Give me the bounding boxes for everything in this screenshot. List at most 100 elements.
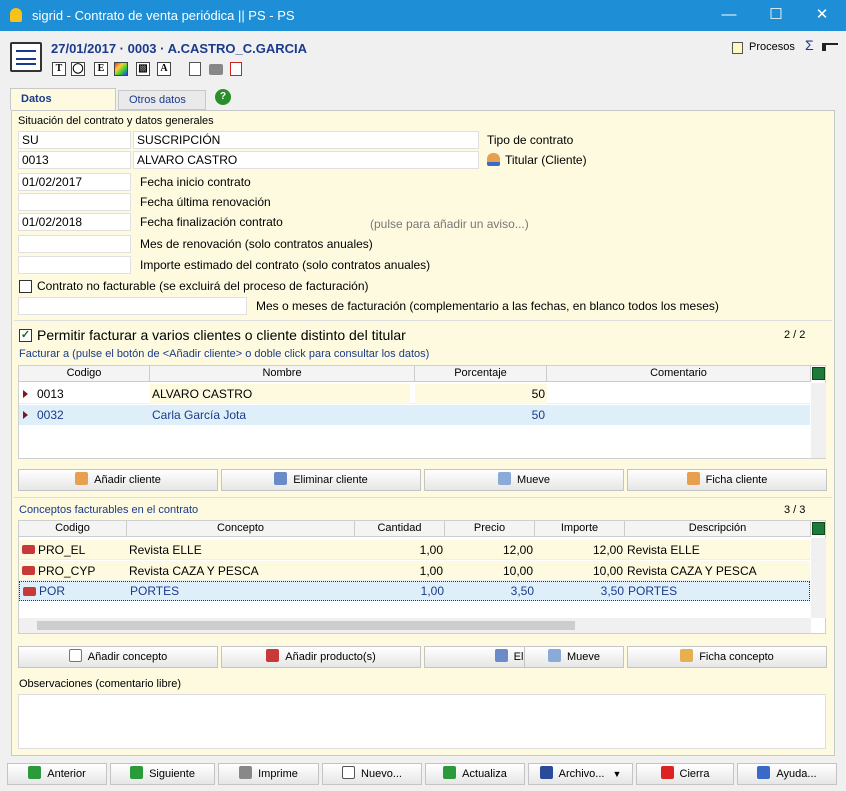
close-label: Cierra — [679, 768, 710, 780]
cell-codigo: 0013 — [37, 387, 64, 401]
tipo-label: Tipo de contrato — [487, 133, 574, 147]
fecha-renovacion-field[interactable] — [18, 193, 131, 211]
archive-button[interactable]: Archivo... ▼ — [528, 763, 633, 785]
print-icon[interactable] — [209, 64, 223, 75]
add-product-button[interactable]: Añadir producto(s) — [221, 646, 421, 668]
titular-label[interactable]: Titular (Cliente) — [505, 153, 587, 167]
next-button[interactable]: Siguiente — [110, 763, 215, 785]
move-client-button[interactable]: Mueve — [424, 469, 624, 491]
dropdown-arrow-icon: ▼ — [612, 769, 622, 779]
vertical-scrollbar[interactable] — [811, 383, 826, 458]
refresh-label: Actualiza — [462, 768, 507, 780]
aviso-link[interactable]: (pulse para añadir un aviso...) — [370, 217, 529, 231]
window-title: sigrid - Contrato de venta periódica || … — [32, 8, 295, 23]
col-comentario[interactable]: Comentario — [547, 366, 811, 382]
col-nombre[interactable]: Nombre — [150, 366, 415, 382]
table-row[interactable]: PRO_CYP Revista CAZA Y PESCA 1,00 10,00 … — [19, 561, 810, 581]
product-icon — [266, 649, 280, 662]
close-button[interactable]: ✕ — [799, 0, 845, 31]
color-icon[interactable] — [114, 62, 128, 76]
tab-otros-datos[interactable]: Otros datos — [118, 90, 206, 110]
titular-code-field[interactable]: 0013 — [18, 151, 131, 169]
importe-field[interactable] — [18, 256, 131, 274]
procesos-link[interactable]: Procesos — [749, 41, 795, 53]
move-icon — [497, 472, 511, 485]
edit-icon[interactable]: E — [94, 62, 108, 76]
fecha-renovacion-label: Fecha última renovación — [140, 195, 271, 209]
move-concept-button[interactable]: Mueve — [524, 646, 624, 668]
pdf-icon[interactable] — [230, 62, 242, 76]
add-client-button[interactable]: Añadir cliente — [18, 469, 218, 491]
meses-facturacion-field[interactable] — [18, 297, 247, 315]
product-icon — [22, 566, 35, 575]
text-format-icon[interactable]: T — [52, 62, 66, 76]
print-label: Imprime — [258, 768, 298, 780]
refresh-icon — [443, 766, 457, 779]
help-label: Ayuda... — [776, 768, 817, 780]
fecha-inicio-field[interactable]: 01/02/2017 — [18, 173, 131, 191]
col-cantidad[interactable]: Cantidad — [355, 521, 445, 537]
cell-descripcion: PORTES — [628, 584, 678, 598]
add-concept-button[interactable]: Añadir concepto — [18, 646, 218, 668]
close-icon — [660, 766, 674, 779]
concept-card-button[interactable]: Ficha concepto — [627, 646, 827, 668]
mes-renovacion-field[interactable] — [18, 235, 131, 253]
table-row[interactable]: 0032 Carla García Jota 50 — [19, 405, 810, 425]
horizontal-scrollbar[interactable] — [19, 618, 811, 633]
add-person-icon — [75, 472, 89, 485]
excel-icon[interactable] — [812, 367, 825, 380]
vertical-scrollbar[interactable] — [811, 538, 826, 618]
conceptos-title: Conceptos facturables en el contrato — [19, 504, 199, 516]
col-concepto[interactable]: Concepto — [127, 521, 355, 537]
help-button[interactable]: Ayuda... — [737, 763, 837, 785]
print-button[interactable]: Imprime — [218, 763, 319, 785]
previous-label: Anterior — [47, 768, 86, 780]
sigma-icon[interactable]: Σ — [805, 37, 814, 53]
concept-card-label: Ficha concepto — [699, 651, 774, 663]
previous-button[interactable]: Anterior — [7, 763, 107, 785]
permitir-checkbox[interactable]: ✓ — [19, 329, 32, 342]
client-card-label: Ficha cliente — [705, 474, 768, 486]
table-row[interactable]: 0013 ALVARO CASTRO 50 — [19, 384, 810, 404]
fecha-fin-label: Fecha finalización contrato — [140, 215, 283, 229]
tipo-code-field[interactable]: SU — [18, 131, 131, 149]
col-importe[interactable]: Importe — [535, 521, 625, 537]
maximize-button[interactable]: ☐ — [753, 0, 799, 31]
tipo-name-field[interactable]: SUSCRIPCIÓN — [133, 131, 479, 149]
cell-importe: 12,00 — [592, 543, 623, 557]
mes-renovacion-label: Mes de renovación (solo contratos anuale… — [140, 237, 373, 251]
col-codigo[interactable]: Codigo — [19, 521, 127, 537]
col-porcentaje[interactable]: Porcentaje — [415, 366, 547, 382]
col-codigo[interactable]: Codigo — [19, 366, 150, 382]
minimize-button[interactable]: — — [706, 0, 752, 31]
delete-client-button[interactable]: Eliminar cliente — [221, 469, 421, 491]
table-row[interactable]: POR PORTES 1,00 3,50 3,50 PORTES — [19, 581, 810, 601]
procesos-icon[interactable] — [732, 42, 743, 54]
refresh-button[interactable]: Actualiza — [425, 763, 525, 785]
close-form-button[interactable]: Cierra — [636, 763, 734, 785]
fecha-fin-field[interactable]: 01/02/2018 — [18, 213, 131, 231]
table-row[interactable]: PRO_EL Revista ELLE 1,00 12,00 12,00 Rev… — [19, 540, 810, 560]
excel-icon[interactable] — [812, 522, 825, 535]
pattern-icon[interactable]: ▧ — [136, 62, 150, 76]
add-client-label: Añadir cliente — [94, 474, 161, 486]
new-button[interactable]: Nuevo... — [322, 763, 422, 785]
scrollbar-thumb[interactable] — [37, 621, 575, 630]
observaciones-textarea[interactable] — [18, 694, 826, 749]
person-icon[interactable] — [487, 153, 500, 166]
tab-datos-generales[interactable]: Datos generales — [10, 88, 116, 125]
pin-icon[interactable] — [822, 43, 838, 51]
cell-precio: 3,50 — [510, 584, 534, 598]
next-label: Siguiente — [149, 768, 195, 780]
col-precio[interactable]: Precio — [445, 521, 535, 537]
cell-precio: 10,00 — [502, 564, 533, 578]
titular-name-field[interactable]: ALVARO CASTRO — [133, 151, 479, 169]
col-descripcion[interactable]: Descripción — [625, 521, 811, 537]
client-card-button[interactable]: Ficha cliente — [627, 469, 827, 491]
card-icon — [680, 649, 694, 662]
help-icon[interactable]: ? — [215, 89, 231, 105]
font-icon[interactable]: A — [157, 62, 171, 76]
no-facturable-checkbox[interactable] — [19, 280, 32, 293]
shape-icon[interactable]: ◯ — [71, 62, 85, 76]
preview-icon[interactable] — [189, 62, 201, 76]
